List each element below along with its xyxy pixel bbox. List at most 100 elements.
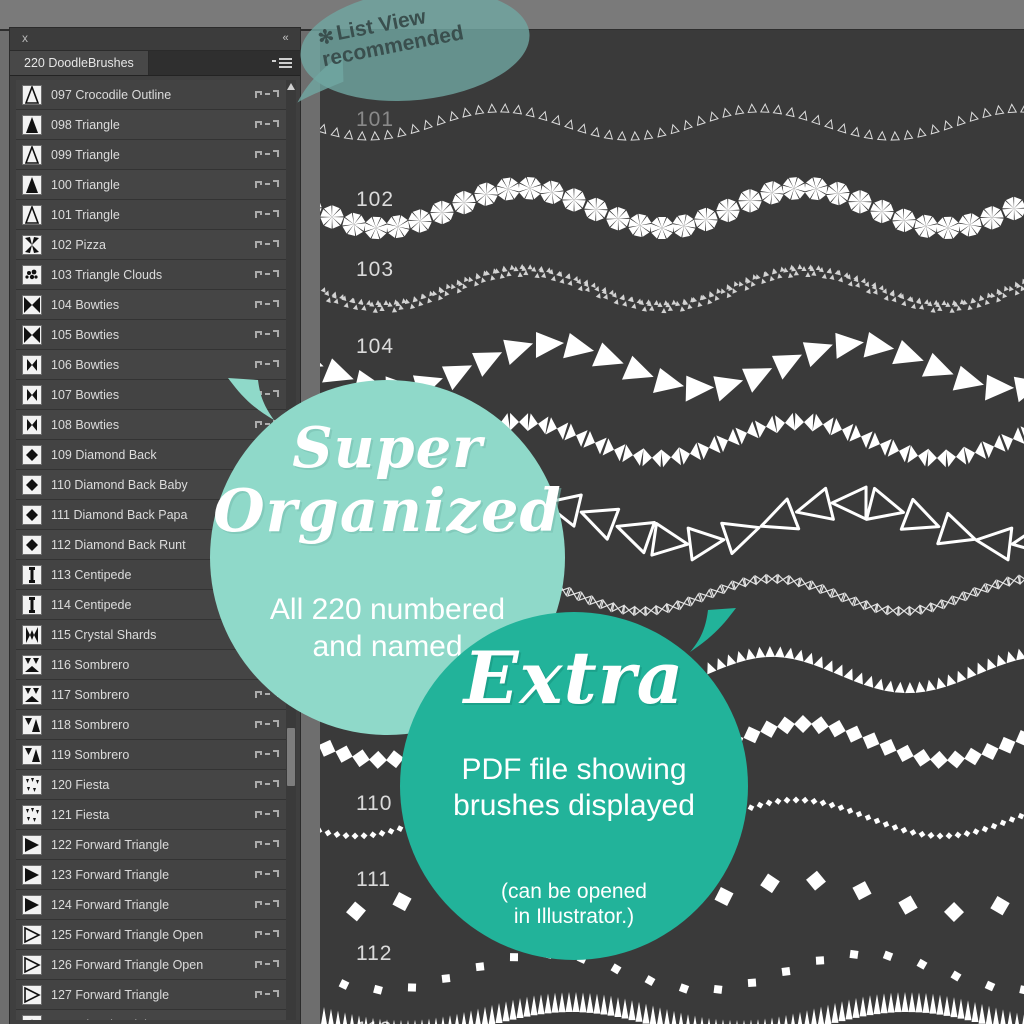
brush-name-label: 128 Triangle Triplets xyxy=(51,1018,164,1021)
brush-stroke-113 xyxy=(320,992,1024,1024)
brush-name-label: 107 Bowties xyxy=(51,387,120,402)
callout-super-organized-script: Super Organized xyxy=(210,419,565,546)
brush-thumbnail-icon xyxy=(22,294,42,315)
brush-stroke-preview-icon xyxy=(254,209,280,220)
brush-thumbnail-icon xyxy=(22,204,42,225)
brush-thumbnail-icon xyxy=(22,654,42,675)
brush-name-label: 105 Bowties xyxy=(51,327,120,342)
brush-thumbnail-icon xyxy=(22,264,42,285)
brush-thumbnail-icon xyxy=(22,804,42,825)
brush-name-label: 109 Diamond Back xyxy=(51,447,157,462)
brush-thumbnail-icon xyxy=(22,984,42,1005)
brush-thumbnail-icon xyxy=(22,324,42,345)
brush-stroke-103 xyxy=(320,248,1024,328)
brush-list-item[interactable]: 123 Forward Triangle xyxy=(16,860,288,890)
collapse-panel-icon[interactable]: « xyxy=(278,32,292,44)
brush-name-label: 098 Triangle xyxy=(51,117,120,132)
brush-stroke-preview-icon xyxy=(254,269,280,280)
brush-stroke-preview-icon xyxy=(254,839,280,850)
callout-super-line2: Organized xyxy=(213,476,562,546)
brush-name-label: 119 Sombrero xyxy=(51,747,130,762)
brush-name-label: 104 Bowties xyxy=(51,297,120,312)
brush-thumbnail-icon xyxy=(22,504,42,525)
brush-name-label: 117 Sombrero xyxy=(51,687,130,702)
brush-thumbnail-icon xyxy=(22,474,42,495)
brush-stroke-preview-icon xyxy=(254,989,280,1000)
brush-list-item[interactable]: 122 Forward Triangle xyxy=(16,830,288,860)
brush-stroke-preview-icon xyxy=(254,779,280,790)
panel-tab-row: 220 DoodleBrushes xyxy=(10,51,300,76)
brush-name-label: 099 Triangle xyxy=(51,147,120,162)
brush-thumbnail-icon xyxy=(22,174,42,195)
brush-name-label: 100 Triangle xyxy=(51,177,120,192)
brush-name-label: 126 Forward Triangle Open xyxy=(51,957,204,972)
brush-thumbnail-icon xyxy=(22,864,42,885)
brush-thumbnail-icon xyxy=(22,414,42,435)
brush-list-item[interactable]: 098 Triangle xyxy=(16,110,288,140)
scrollbar-thumb[interactable] xyxy=(287,728,295,786)
brush-name-label: 113 Centipede xyxy=(51,567,132,582)
brush-stroke-preview-icon xyxy=(254,299,280,310)
brush-thumbnail-icon xyxy=(22,954,42,975)
brush-thumbnail-icon xyxy=(22,534,42,555)
brush-thumbnail-icon xyxy=(22,684,42,705)
brush-stroke-preview-icon xyxy=(254,359,280,370)
callout-extra-note2: in Illustrator.) xyxy=(513,904,635,928)
brush-name-label: 125 Forward Triangle Open xyxy=(51,927,204,942)
brush-stroke-102 xyxy=(320,170,1024,250)
brush-list-item[interactable]: 128 Triangle Triplets xyxy=(16,1010,288,1020)
brush-thumbnail-icon xyxy=(22,564,42,585)
brush-name-label: 121 Fiesta xyxy=(51,807,110,822)
brush-stroke-preview-icon xyxy=(254,149,280,160)
brush-stroke-preview-icon xyxy=(254,929,280,940)
callout-extra-note1: (can be opened xyxy=(501,880,647,903)
brush-list-item[interactable]: 121 Fiesta xyxy=(16,800,288,830)
brush-list-item[interactable]: 100 Triangle xyxy=(16,170,288,200)
brush-thumbnail-icon xyxy=(22,624,42,645)
brush-stroke-preview-icon xyxy=(254,119,280,130)
tab-220-doodlebrushes[interactable]: 220 DoodleBrushes xyxy=(10,51,149,75)
callout-extra-sub1: PDF file showing xyxy=(461,753,687,786)
brush-list-item[interactable]: 097 Crocodile Outline xyxy=(16,80,288,110)
brush-name-label: 115 Crystal Shards xyxy=(51,627,157,642)
brush-list-item[interactable]: 119 Sombrero xyxy=(16,740,288,770)
brush-thumbnail-icon xyxy=(22,924,42,945)
brush-name-label: 111 Diamond Back Papa xyxy=(51,507,188,522)
brush-list-item[interactable]: 105 Bowties xyxy=(16,320,288,350)
brush-name-label: 122 Forward Triangle xyxy=(51,837,170,852)
brush-list-item[interactable]: 102 Pizza xyxy=(16,230,288,260)
callout-extra-sub2: brushes displayed xyxy=(453,789,695,822)
brush-list-item[interactable]: 125 Forward Triangle Open xyxy=(16,920,288,950)
brush-thumbnail-icon xyxy=(22,84,42,105)
brush-list-item[interactable]: 101 Triangle xyxy=(16,200,288,230)
brush-thumbnail-icon xyxy=(22,744,42,765)
brush-list-item[interactable]: 124 Forward Triangle xyxy=(16,890,288,920)
brush-name-label: 103 Triangle Clouds xyxy=(51,267,163,282)
brush-list-item[interactable]: 120 Fiesta xyxy=(16,770,288,800)
brush-name-label: 114 Centipede xyxy=(51,597,132,612)
brush-stroke-preview-icon xyxy=(254,179,280,190)
brush-list-item[interactable]: 099 Triangle xyxy=(16,140,288,170)
brush-thumbnail-icon xyxy=(22,774,42,795)
brush-list-item[interactable]: 103 Triangle Clouds xyxy=(16,260,288,290)
brush-name-label: 101 Triangle xyxy=(51,207,120,222)
brush-name-label: 123 Forward Triangle xyxy=(51,867,170,882)
close-icon[interactable]: x xyxy=(19,32,31,44)
brush-name-label: 116 Sombrero xyxy=(51,657,130,672)
brush-stroke-preview-icon xyxy=(254,899,280,910)
brush-list-item[interactable]: 127 Forward Triangle xyxy=(16,980,288,1010)
brush-name-label: 118 Sombrero xyxy=(51,717,130,732)
brush-stroke-preview-icon xyxy=(254,749,280,760)
brush-thumbnail-icon xyxy=(22,444,42,465)
callout-extra-script: Extra xyxy=(463,635,685,720)
screenshot-root: 101 102 103 104 110 111 112 113 xyxy=(0,0,1024,1024)
callout-extra: Extra PDF file showing brushes displayed… xyxy=(400,608,748,960)
brush-list-item[interactable]: 126 Forward Triangle Open xyxy=(16,950,288,980)
brush-stroke-preview-icon xyxy=(254,1019,280,1020)
callout-extra-sub: PDF file showing brushes displayed xyxy=(400,752,748,824)
brush-list-item[interactable]: 104 Bowties xyxy=(16,290,288,320)
brush-thumbnail-icon xyxy=(22,144,42,165)
brush-name-label: 124 Forward Triangle xyxy=(51,897,170,912)
brush-stroke-preview-icon xyxy=(254,239,280,250)
brush-thumbnail-icon xyxy=(22,594,42,615)
